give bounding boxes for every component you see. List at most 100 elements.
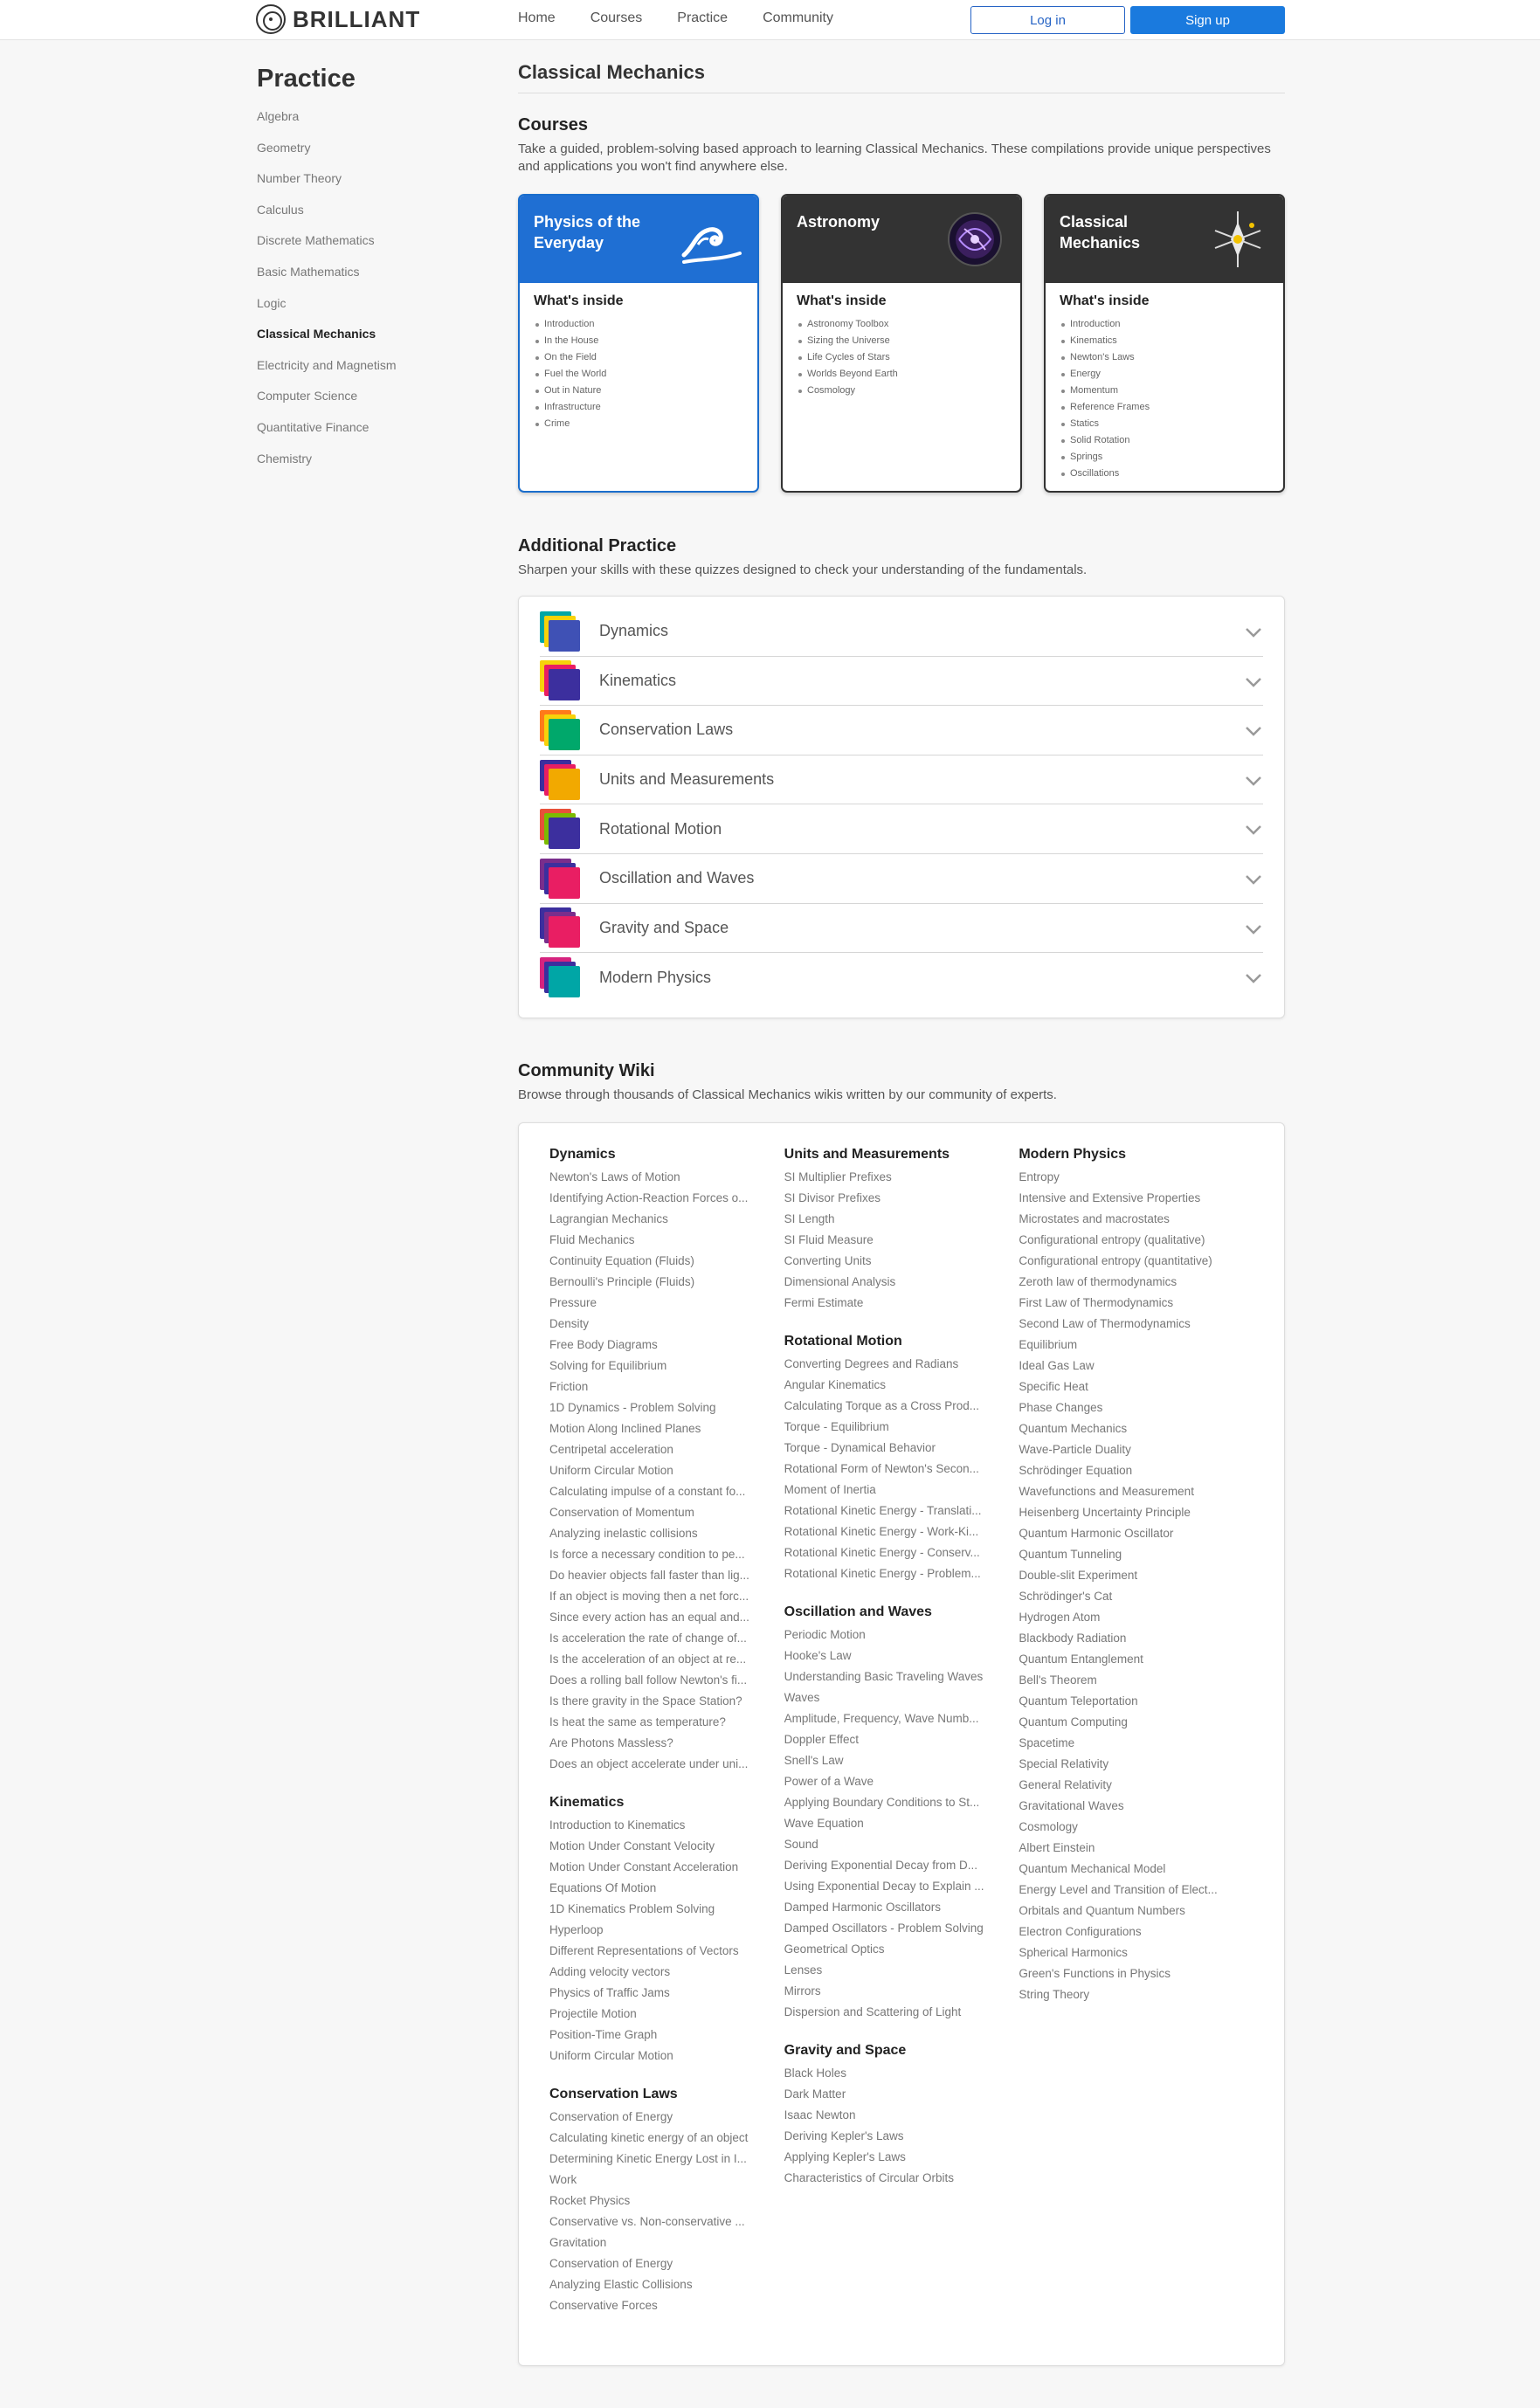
wiki-link[interactable]: Damped Harmonic Oscillators: [784, 1897, 1003, 1918]
chevron-down-icon[interactable]: [1244, 721, 1263, 741]
wiki-link[interactable]: Geometrical Optics: [784, 1939, 1003, 1960]
wiki-link[interactable]: Converting Units: [784, 1251, 1003, 1272]
wiki-link[interactable]: Density: [549, 1314, 768, 1335]
wiki-link[interactable]: SI Length: [784, 1209, 1003, 1230]
wiki-link[interactable]: Rocket Physics: [549, 2191, 768, 2211]
wiki-link[interactable]: Different Representations of Vectors: [549, 1941, 768, 1962]
wiki-link[interactable]: Ideal Gas Law: [1019, 1356, 1237, 1376]
wiki-link[interactable]: Fluid Mechanics: [549, 1230, 768, 1251]
wiki-link[interactable]: Torque - Equilibrium: [784, 1417, 1003, 1438]
wiki-link[interactable]: Calculating impulse of a constant fo...: [549, 1481, 768, 1502]
wiki-link[interactable]: SI Multiplier Prefixes: [784, 1167, 1003, 1188]
wiki-link[interactable]: Is acceleration the rate of change of...: [549, 1628, 768, 1649]
wiki-link[interactable]: Does a rolling ball follow Newton's fi..…: [549, 1670, 768, 1691]
wiki-link[interactable]: Physics of Traffic Jams: [549, 1983, 768, 2004]
practice-row-modern-physics[interactable]: Modern Physics: [540, 953, 1263, 1003]
wiki-link[interactable]: Microstates and macrostates: [1019, 1209, 1237, 1230]
nav-community[interactable]: Community: [763, 10, 833, 26]
wiki-link[interactable]: If an object is moving then a net forc..…: [549, 1586, 768, 1607]
wiki-link[interactable]: Cosmology: [1019, 1817, 1237, 1838]
wiki-link[interactable]: Conservation of Momentum: [549, 1502, 768, 1523]
wiki-link[interactable]: Schrödinger Equation: [1019, 1460, 1237, 1481]
practice-row-gravity-and-space[interactable]: Gravity and Space: [540, 904, 1263, 954]
wiki-link[interactable]: Rotational Kinetic Energy - Conserv...: [784, 1542, 1003, 1563]
wiki-link[interactable]: Bernoulli's Principle (Fluids): [549, 1272, 768, 1293]
wiki-link[interactable]: Electron Configurations: [1019, 1922, 1237, 1942]
wiki-link[interactable]: Hyperloop: [549, 1920, 768, 1941]
sidebar-item-logic[interactable]: Logic: [257, 294, 458, 326]
wiki-link[interactable]: Gravitation: [549, 2232, 768, 2253]
practice-row-dynamics[interactable]: Dynamics: [540, 607, 1263, 657]
wiki-link[interactable]: Position-Time Graph: [549, 2025, 768, 2046]
wiki-link[interactable]: Doppler Effect: [784, 1729, 1003, 1750]
wiki-link[interactable]: Equations Of Motion: [549, 1878, 768, 1899]
practice-row-conservation-laws[interactable]: Conservation Laws: [540, 706, 1263, 756]
wiki-link[interactable]: Specific Heat: [1019, 1376, 1237, 1397]
wiki-link[interactable]: Do heavier objects fall faster than lig.…: [549, 1565, 768, 1586]
wiki-link[interactable]: Projectile Motion: [549, 2004, 768, 2025]
wiki-link[interactable]: Dispersion and Scattering of Light: [784, 2002, 1003, 2023]
wiki-link[interactable]: Characteristics of Circular Orbits: [784, 2168, 1003, 2189]
wiki-link[interactable]: Is heat the same as temperature?: [549, 1712, 768, 1733]
wiki-link[interactable]: Converting Degrees and Radians: [784, 1354, 1003, 1375]
wiki-link[interactable]: Is the acceleration of an object at re..…: [549, 1649, 768, 1670]
nav-home[interactable]: Home: [518, 10, 556, 26]
sidebar-item-algebra[interactable]: Algebra: [257, 107, 458, 139]
wiki-link[interactable]: Moment of Inertia: [784, 1480, 1003, 1501]
wiki-link[interactable]: 1D Kinematics Problem Solving: [549, 1899, 768, 1920]
wiki-link[interactable]: SI Fluid Measure: [784, 1230, 1003, 1251]
wiki-link[interactable]: Black Holes: [784, 2063, 1003, 2084]
wiki-link[interactable]: Does an object accelerate under uni...: [549, 1754, 768, 1775]
wiki-link[interactable]: Is there gravity in the Space Station?: [549, 1691, 768, 1712]
wiki-link[interactable]: Power of a Wave: [784, 1771, 1003, 1792]
nav-practice[interactable]: Practice: [677, 10, 728, 26]
wiki-link[interactable]: Continuity Equation (Fluids): [549, 1251, 768, 1272]
wiki-link[interactable]: Rotational Kinetic Energy - Translati...: [784, 1501, 1003, 1521]
course-card-classical-mechanics[interactable]: Classical Mechanics What's inside Introduc…: [1044, 194, 1285, 493]
wiki-link[interactable]: SI Divisor Prefixes: [784, 1188, 1003, 1209]
wiki-link[interactable]: Intensive and Extensive Properties: [1019, 1188, 1237, 1209]
wiki-link[interactable]: First Law of Thermodynamics: [1019, 1293, 1237, 1314]
wiki-link[interactable]: Torque - Dynamical Behavior: [784, 1438, 1003, 1459]
login-button[interactable]: Log in: [970, 6, 1125, 34]
wiki-link[interactable]: Snell's Law: [784, 1750, 1003, 1771]
wiki-link[interactable]: Analyzing Elastic Collisions: [549, 2274, 768, 2295]
sidebar-item-computer-science[interactable]: Computer Science: [257, 387, 458, 418]
wiki-link[interactable]: Sound: [784, 1834, 1003, 1855]
brand-logo[interactable]: BRILLIANT: [256, 3, 420, 35]
wiki-link[interactable]: Is force a necessary condition to pe...: [549, 1544, 768, 1565]
wiki-link[interactable]: Hooke's Law: [784, 1646, 1003, 1666]
wiki-link[interactable]: Using Exponential Decay to Explain ...: [784, 1876, 1003, 1897]
wiki-link[interactable]: Configurational entropy (qualitative): [1019, 1230, 1237, 1251]
wiki-link[interactable]: Equilibrium: [1019, 1335, 1237, 1356]
sidebar-item-calculus[interactable]: Calculus: [257, 201, 458, 232]
wiki-link[interactable]: General Relativity: [1019, 1775, 1237, 1796]
wiki-link[interactable]: Calculating kinetic energy of an object: [549, 2128, 768, 2149]
wiki-link[interactable]: Introduction to Kinematics: [549, 1815, 768, 1836]
wiki-link[interactable]: Since every action has an equal and...: [549, 1607, 768, 1628]
wiki-link[interactable]: Adding velocity vectors: [549, 1962, 768, 1983]
sidebar-item-geometry[interactable]: Geometry: [257, 139, 458, 170]
wiki-link[interactable]: Applying Kepler's Laws: [784, 2147, 1003, 2168]
wiki-link[interactable]: Gravitational Waves: [1019, 1796, 1237, 1817]
wiki-link[interactable]: Periodic Motion: [784, 1625, 1003, 1646]
wiki-link[interactable]: Wavefunctions and Measurement: [1019, 1481, 1237, 1502]
wiki-link[interactable]: Rotational Kinetic Energy - Work-Ki...: [784, 1521, 1003, 1542]
sidebar-item-basic-mathematics[interactable]: Basic Mathematics: [257, 263, 458, 294]
chevron-down-icon[interactable]: [1244, 623, 1263, 642]
wiki-link[interactable]: Wave Equation: [784, 1813, 1003, 1834]
wiki-link[interactable]: Amplitude, Frequency, Wave Numb...: [784, 1708, 1003, 1729]
wiki-link[interactable]: Uniform Circular Motion: [549, 2046, 768, 2066]
practice-row-rotational-motion[interactable]: Rotational Motion: [540, 804, 1263, 854]
wiki-link[interactable]: Spacetime: [1019, 1733, 1237, 1754]
sidebar-item-discrete-mathematics[interactable]: Discrete Mathematics: [257, 231, 458, 263]
course-card-physics-of-the-everyday[interactable]: Physics of the Everyday What's inside Intr…: [518, 194, 759, 493]
wiki-link[interactable]: Uniform Circular Motion: [549, 1460, 768, 1481]
wiki-link[interactable]: 1D Dynamics - Problem Solving: [549, 1397, 768, 1418]
wiki-link[interactable]: Special Relativity: [1019, 1754, 1237, 1775]
wiki-link[interactable]: Newton's Laws of Motion: [549, 1167, 768, 1188]
wiki-link[interactable]: Understanding Basic Traveling Waves: [784, 1666, 1003, 1687]
wiki-link[interactable]: Green's Functions in Physics: [1019, 1963, 1237, 1984]
wiki-link[interactable]: Are Photons Massless?: [549, 1733, 768, 1754]
wiki-link[interactable]: Dark Matter: [784, 2084, 1003, 2105]
